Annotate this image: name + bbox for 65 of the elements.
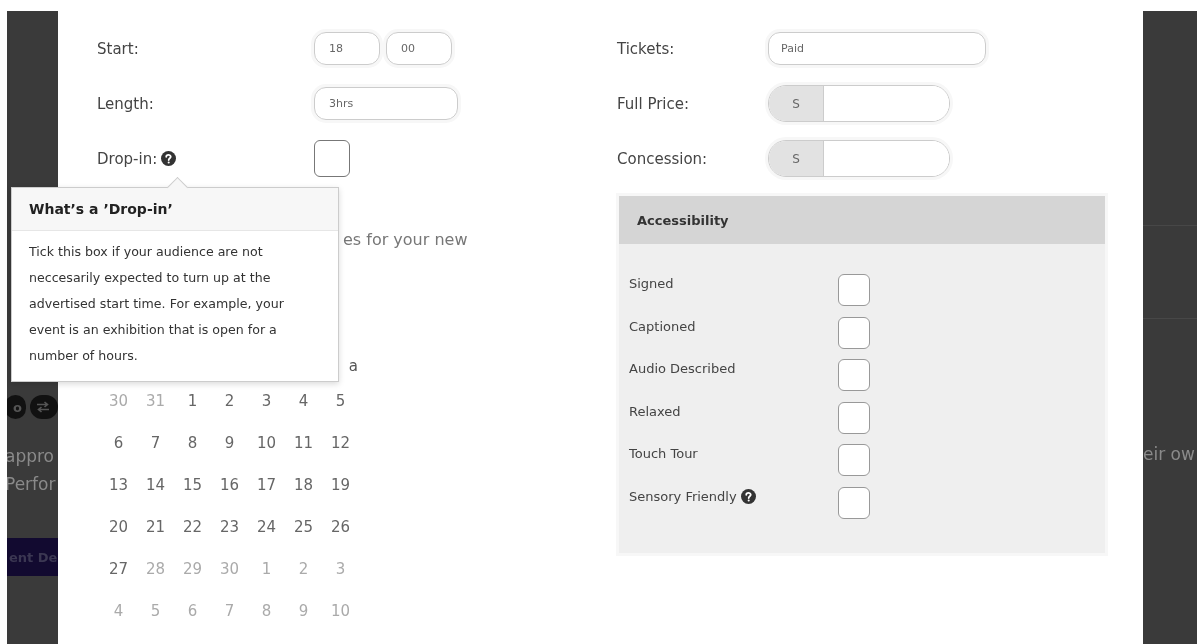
field-label: Full Price: bbox=[617, 94, 690, 113]
option-label: Signed bbox=[629, 276, 674, 291]
calendar-day[interactable]: 13 bbox=[101, 476, 136, 494]
field-label: Start: bbox=[97, 39, 139, 58]
tooltip-text: Tick this box if your audience are not neccesarily expected to turn up at the advertised start time. For example, your event is an exhibition that is open for a number of hours. bbox=[28, 243, 285, 365]
price-field[interactable]: S bbox=[768, 140, 950, 177]
calendar-day[interactable]: 25 bbox=[286, 518, 321, 536]
weekday-label: a bbox=[347, 357, 358, 375]
panel-header: Accessibility bbox=[619, 196, 1105, 244]
calendar-day[interactable]: 5 bbox=[323, 392, 358, 410]
price-field[interactable]: S bbox=[768, 85, 950, 122]
calendar-day[interactable]: 17 bbox=[249, 476, 284, 494]
calendar-day[interactable]: 3 bbox=[249, 392, 284, 410]
calendar-day[interactable]: 20 bbox=[101, 518, 136, 536]
calendar-day[interactable]: 8 bbox=[175, 434, 210, 452]
calendar-day[interactable]: 27 bbox=[101, 560, 136, 578]
intro-text: es for your new bbox=[343, 230, 469, 250]
calendar-day[interactable]: 21 bbox=[138, 518, 173, 536]
swap-icon bbox=[35, 401, 50, 413]
calendar-day[interactable]: 26 bbox=[323, 518, 358, 536]
background-text: Perfor bbox=[7, 473, 57, 496]
option-label: Audio Described bbox=[629, 361, 736, 376]
help-icon[interactable] bbox=[740, 488, 756, 504]
field-label: Concession: bbox=[617, 149, 708, 168]
checkbox[interactable] bbox=[838, 401, 870, 434]
calendar-day[interactable]: 18 bbox=[286, 476, 321, 494]
calendar-day[interactable]: 6 bbox=[101, 434, 136, 452]
checkbox[interactable] bbox=[838, 316, 870, 349]
calendar-day[interactable]: 23 bbox=[212, 518, 247, 536]
calendar-day[interactable]: 15 bbox=[175, 476, 210, 494]
field-label: Tickets: bbox=[617, 39, 675, 58]
checkbox[interactable] bbox=[838, 274, 870, 306]
option-label: Touch Tour bbox=[629, 446, 698, 461]
currency-addon: S bbox=[769, 141, 824, 176]
checkbox[interactable] bbox=[314, 140, 350, 177]
help-icon[interactable] bbox=[161, 151, 177, 166]
length-field[interactable]: 3hrs bbox=[314, 87, 458, 120]
option-label: Captioned bbox=[629, 318, 696, 334]
calendar-day[interactable]: 1 bbox=[175, 392, 210, 410]
field-label: Drop-in: bbox=[97, 149, 158, 168]
option-label: Sensory Friendly bbox=[629, 488, 737, 504]
pill-button[interactable] bbox=[29, 395, 58, 419]
calendar-day[interactable]: 24 bbox=[249, 518, 284, 536]
calendar-day[interactable]: 11 bbox=[286, 434, 321, 452]
calendar-day[interactable]: 19 bbox=[323, 476, 358, 494]
calendar-day[interactable]: 14 bbox=[138, 476, 173, 494]
checkbox[interactable] bbox=[838, 359, 870, 391]
calendar-day[interactable]: 10 bbox=[249, 434, 284, 452]
tooltip-title: What’s a ’Drop-in’ bbox=[12, 188, 338, 231]
minute-field[interactable]: 00 bbox=[386, 32, 452, 65]
background-text: eir ow bbox=[1143, 443, 1196, 466]
calendar-day[interactable]: 4 bbox=[286, 392, 321, 410]
checkbox[interactable] bbox=[838, 444, 870, 476]
calendar-day[interactable]: 16 bbox=[212, 476, 247, 494]
hour-field[interactable]: 18 bbox=[314, 32, 380, 65]
checkbox[interactable] bbox=[838, 486, 870, 519]
option-label: Relaxed bbox=[629, 403, 681, 419]
field-label: Length: bbox=[97, 94, 154, 113]
calendar-day[interactable]: 2 bbox=[212, 392, 247, 410]
tickets-field[interactable]: Paid bbox=[768, 32, 986, 65]
calendar-day[interactable]: 22 bbox=[175, 518, 210, 536]
calendar-day[interactable]: 9 bbox=[212, 434, 247, 452]
currency-addon: S bbox=[769, 86, 824, 121]
calendar-day[interactable]: 12 bbox=[323, 434, 358, 452]
calendar-day[interactable]: 7 bbox=[138, 434, 173, 452]
